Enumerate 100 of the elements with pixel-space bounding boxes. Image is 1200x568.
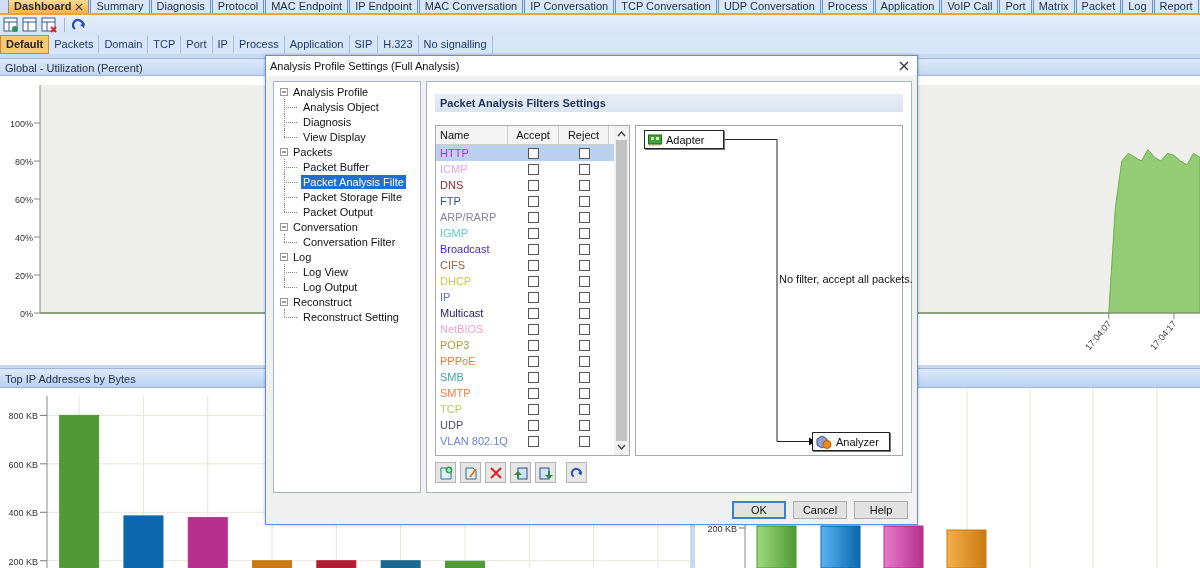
checkbox[interactable] [528,195,539,207]
tab[interactable]: Dashboard [8,0,90,13]
checkbox[interactable] [578,323,590,335]
checkbox[interactable] [578,355,590,367]
view-tab[interactable]: Default [0,35,50,54]
checkbox[interactable] [528,179,539,191]
tab[interactable]: UDP Conversation [717,0,821,13]
tab[interactable]: Packet [1075,0,1122,13]
view-tab[interactable]: IP [212,35,234,54]
view-tab[interactable]: Application [284,35,350,54]
tab[interactable]: TCP Conversation [615,0,717,13]
checkbox[interactable] [528,163,539,175]
filter-row[interactable]: Broadcast [436,241,614,257]
checkbox[interactable] [528,403,539,415]
tree-item[interactable]: Packet Analysis Filte [301,174,406,189]
diagram-node[interactable]: Analyzer [812,432,890,451]
dialog-button[interactable]: OK [732,501,786,519]
filter-row[interactable]: IP [436,289,614,305]
tree-item[interactable]: Reconstruct [291,294,354,309]
collapse-icon[interactable] [280,147,288,156]
checkbox[interactable] [528,275,539,287]
column-header[interactable]: Name [436,126,508,144]
tree-item[interactable]: Analysis Profile [291,84,371,99]
checkbox[interactable] [578,147,590,159]
checkbox[interactable] [578,259,590,271]
checkbox[interactable] [528,371,539,383]
checkbox[interactable] [578,291,590,303]
tab[interactable]: Diagnosis [150,0,211,13]
checkbox[interactable] [528,355,539,367]
add-button[interactable] [435,462,456,483]
tree-item[interactable]: Packet Output [301,204,375,219]
tree-item[interactable]: Diagnosis [301,114,354,129]
edit-button[interactable] [460,462,481,483]
tree-item[interactable]: Log Output [301,279,360,294]
checkbox[interactable] [578,387,590,399]
tree-item[interactable]: Packet Buffer [301,159,371,174]
filter-row[interactable]: ARP/RARP [436,209,614,225]
view-tab[interactable]: Domain [99,35,149,54]
checkbox[interactable] [578,435,590,447]
checkbox[interactable] [528,339,539,351]
tab[interactable]: IP Endpoint [349,0,418,13]
table-icon[interactable] [22,17,38,33]
view-tab[interactable]: Process [233,35,285,54]
tab[interactable]: Protocol [211,0,265,13]
filter-row[interactable]: FTP [436,193,614,209]
tab[interactable]: VoIP Call [941,0,999,13]
column-header[interactable]: Accept [508,126,559,144]
checkbox[interactable] [528,227,539,239]
column-header[interactable]: Reject [559,126,609,144]
tree-item[interactable]: Reconstruct Setting [301,309,401,324]
tree-item[interactable]: Packet Storage Filte [301,189,405,204]
checkbox[interactable] [578,211,590,223]
delete-button[interactable] [485,462,506,483]
filter-row[interactable]: Multicast [436,305,614,321]
view-tab[interactable]: TCP [148,35,182,54]
checkbox[interactable] [528,307,539,319]
close-icon[interactable] [899,61,909,71]
checkbox[interactable] [578,419,590,431]
collapse-icon[interactable] [280,222,288,231]
checkbox[interactable] [578,179,590,191]
tab[interactable]: MAC Conversation [418,0,524,13]
checkbox[interactable] [528,323,539,335]
import-button[interactable] [510,462,531,483]
tree-item[interactable]: Packets [291,144,335,159]
tab[interactable]: IP Conversation [524,0,615,13]
checkbox[interactable] [528,259,539,271]
checkbox[interactable] [578,403,590,415]
checkbox[interactable] [528,387,539,399]
refresh-icon[interactable] [72,18,86,32]
tab[interactable]: Log [1122,0,1153,13]
checkbox[interactable] [528,211,539,223]
checkbox[interactable] [578,371,590,383]
tab[interactable]: Port [999,0,1032,13]
filter-row[interactable]: DNS [436,177,614,193]
collapse-icon[interactable] [280,252,288,261]
scrollbar-thumb[interactable] [616,140,627,441]
checkbox[interactable] [578,339,590,351]
checkbox[interactable] [528,419,539,431]
table-delete-icon[interactable] [41,17,57,33]
scroll-down-icon[interactable] [617,443,626,451]
view-tab[interactable]: Port [181,35,213,54]
checkbox[interactable] [528,435,539,447]
collapse-icon[interactable] [280,297,288,306]
checkbox[interactable] [578,195,590,207]
close-icon[interactable] [75,2,84,11]
table-gear-icon[interactable] [3,17,19,33]
filter-row[interactable]: CIFS [436,257,614,273]
checkbox[interactable] [528,243,539,255]
tree-item[interactable]: Conversation Filter [301,234,398,249]
dialog-button[interactable]: Cancel [793,501,847,519]
tab[interactable]: Summary [90,0,150,13]
refresh-button[interactable] [566,462,587,483]
checkbox[interactable] [528,147,539,159]
tab[interactable]: Matrix [1032,0,1075,13]
tab[interactable]: MAC Endpoint [265,0,349,13]
view-tab[interactable]: H.323 [378,35,419,54]
view-tab[interactable]: No signalling [418,35,493,54]
tree-item[interactable]: Analysis Object [301,99,381,114]
filter-row[interactable]: VLAN 802.1Q [436,433,614,449]
view-tab[interactable]: Packets [49,35,100,54]
